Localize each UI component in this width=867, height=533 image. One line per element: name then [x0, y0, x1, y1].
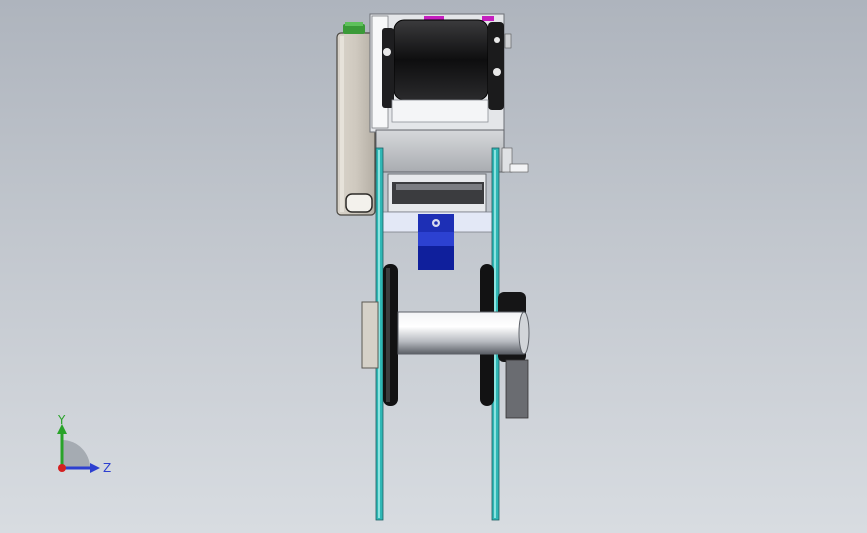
lower-bracket[interactable]: [361, 301, 379, 369]
z-axis-label: Z: [103, 461, 111, 475]
green-fitting[interactable]: [343, 22, 365, 34]
dark-roller[interactable]: [382, 19, 512, 110]
z-axis-arrow-icon: [90, 463, 100, 473]
blue-clamp-block[interactable]: [418, 214, 454, 270]
side-housing[interactable]: [336, 32, 376, 216]
y-axis-label: Y: [57, 413, 66, 427]
shaft-cylinder[interactable]: [397, 311, 530, 355]
coordinate-triad: Y Z: [57, 413, 111, 475]
origin-icon: [58, 464, 66, 472]
middle-block[interactable]: [375, 129, 529, 213]
web-sheet: [391, 99, 489, 123]
cad-viewport[interactable]: [0, 0, 867, 533]
left-wheel[interactable]: [383, 264, 398, 406]
